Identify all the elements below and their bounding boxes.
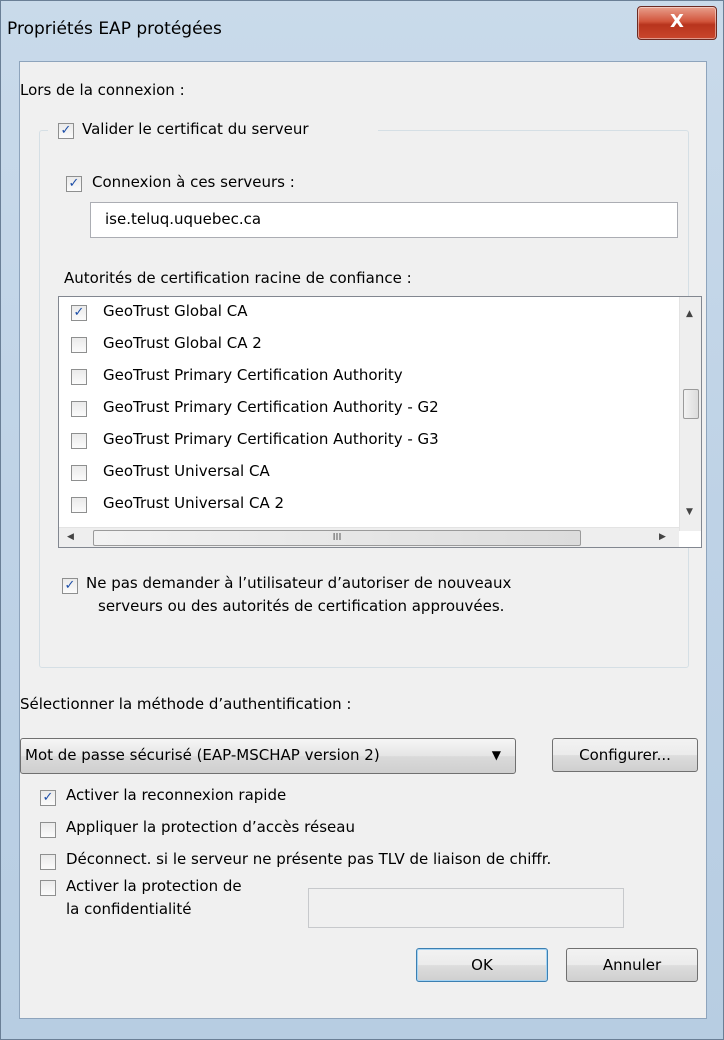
auth-option-label: Appliquer la protection d’accès réseau xyxy=(66,818,355,836)
close-icon: X xyxy=(670,11,684,32)
connect-servers-checkbox[interactable] xyxy=(66,176,82,192)
auth-option-label: Déconnect. si le serveur ne présente pas… xyxy=(66,850,552,868)
validate-cert-checkbox[interactable] xyxy=(58,123,74,139)
ca-list-item[interactable]: GeoTrust Universal CA 2 xyxy=(59,489,659,521)
ca-item-label: GeoTrust Global CA 2 xyxy=(103,334,262,352)
dialog-window: Propriétés EAP protégées X Lors de la co… xyxy=(0,0,724,1040)
ca-list-item[interactable]: GeoTrust Universal CA xyxy=(59,457,659,489)
no-prompt-label-line1: Ne pas demander à l’utilisateur d’autori… xyxy=(86,574,512,592)
ca-item-checkbox[interactable] xyxy=(71,433,87,449)
ca-list-item[interactable]: GeoTrust Primary Certification Authority… xyxy=(59,425,659,457)
ok-button[interactable]: OK xyxy=(416,948,548,982)
ca-item-checkbox[interactable] xyxy=(71,401,87,417)
auth-option-checkbox[interactable] xyxy=(40,854,56,870)
validate-cert-row: Valider le certificat du serveur xyxy=(48,119,378,143)
ca-item-label: GeoTrust Primary Certification Authority… xyxy=(103,398,439,416)
ca-item-label: GeoTrust Primary Certification Authority xyxy=(103,366,403,384)
scroll-up-icon[interactable]: ▲ xyxy=(686,309,693,319)
ca-item-checkbox[interactable] xyxy=(71,337,87,353)
no-prompt-checkbox[interactable] xyxy=(62,578,78,594)
ca-listbox[interactable]: GeoTrust Global CA GeoTrust Global CA 2 Ge… xyxy=(58,296,702,548)
ca-item-checkbox[interactable] xyxy=(71,305,87,321)
ca-heading: Autorités de certification racine de con… xyxy=(64,269,412,287)
chevron-down-icon: ▼ xyxy=(491,748,501,762)
privacy-label-line2: la confidentialité xyxy=(66,900,192,918)
ca-item-checkbox[interactable] xyxy=(71,369,87,385)
window-title: Propriétés EAP protégées xyxy=(7,19,222,39)
privacy-checkbox[interactable] xyxy=(40,880,56,896)
auth-option-label: Activer la reconnexion rapide xyxy=(66,786,287,804)
horizontal-scroll-thumb[interactable]: III xyxy=(93,530,581,546)
ca-item-label: GeoTrust Primary Certification Authority… xyxy=(103,430,439,448)
server-name-input[interactable]: ise.teluq.uquebec.ca xyxy=(90,202,678,238)
close-button[interactable]: X xyxy=(637,6,717,40)
ca-item-checkbox[interactable] xyxy=(71,465,87,481)
ca-item-label: GeoTrust Universal CA xyxy=(103,462,270,480)
ca-vertical-scrollbar[interactable]: ▲ ▼ xyxy=(679,297,701,531)
ca-list-item[interactable]: GeoTrust Primary Certification Authority… xyxy=(59,393,659,425)
no-prompt-label-line2: serveurs ou des autorités de certificati… xyxy=(98,597,505,615)
ca-horizontal-scrollbar[interactable]: ◀ III ▶ xyxy=(59,527,679,547)
auth-option-checkbox[interactable] xyxy=(40,790,56,806)
auth-method-select[interactable]: Mot de passe sécurisé (EAP-MSCHAP versio… xyxy=(20,738,516,774)
cancel-button[interactable]: Annuler xyxy=(566,948,698,982)
ca-item-label: GeoTrust Global CA xyxy=(103,302,248,320)
connect-servers-label: Connexion à ces serveurs : xyxy=(92,173,295,191)
ca-list-item[interactable]: GeoTrust Primary Certification Authority xyxy=(59,361,659,393)
scroll-right-icon[interactable]: ▶ xyxy=(659,532,666,542)
dialog-body: Lors de la connexion : Valider le certif… xyxy=(19,61,707,1019)
ca-item-label: GeoTrust Universal CA 2 xyxy=(103,494,285,512)
privacy-label-line1: Activer la protection de xyxy=(66,877,242,895)
privacy-identity-input[interactable] xyxy=(308,888,624,928)
validate-cert-label: Valider le certificat du serveur xyxy=(82,120,309,138)
server-name-value: ise.teluq.uquebec.ca xyxy=(105,210,262,228)
auth-option-checkbox[interactable] xyxy=(40,822,56,838)
ca-list-item[interactable]: GeoTrust Global CA 2 xyxy=(59,329,659,361)
title-bar[interactable]: Propriétés EAP protégées X xyxy=(1,1,723,61)
auth-method-value: Mot de passe sécurisé (EAP-MSCHAP versio… xyxy=(25,746,380,764)
connection-heading: Lors de la connexion : xyxy=(20,81,185,99)
configure-button[interactable]: Configurer... xyxy=(552,738,698,772)
auth-method-heading: Sélectionner la méthode d’authentificati… xyxy=(20,695,352,713)
scroll-left-icon[interactable]: ◀ xyxy=(67,532,74,542)
scroll-down-icon[interactable]: ▼ xyxy=(686,507,693,517)
ca-item-checkbox[interactable] xyxy=(71,497,87,513)
vertical-scroll-thumb[interactable] xyxy=(683,389,699,419)
ca-list-item[interactable]: GeoTrust Global CA xyxy=(59,297,659,329)
